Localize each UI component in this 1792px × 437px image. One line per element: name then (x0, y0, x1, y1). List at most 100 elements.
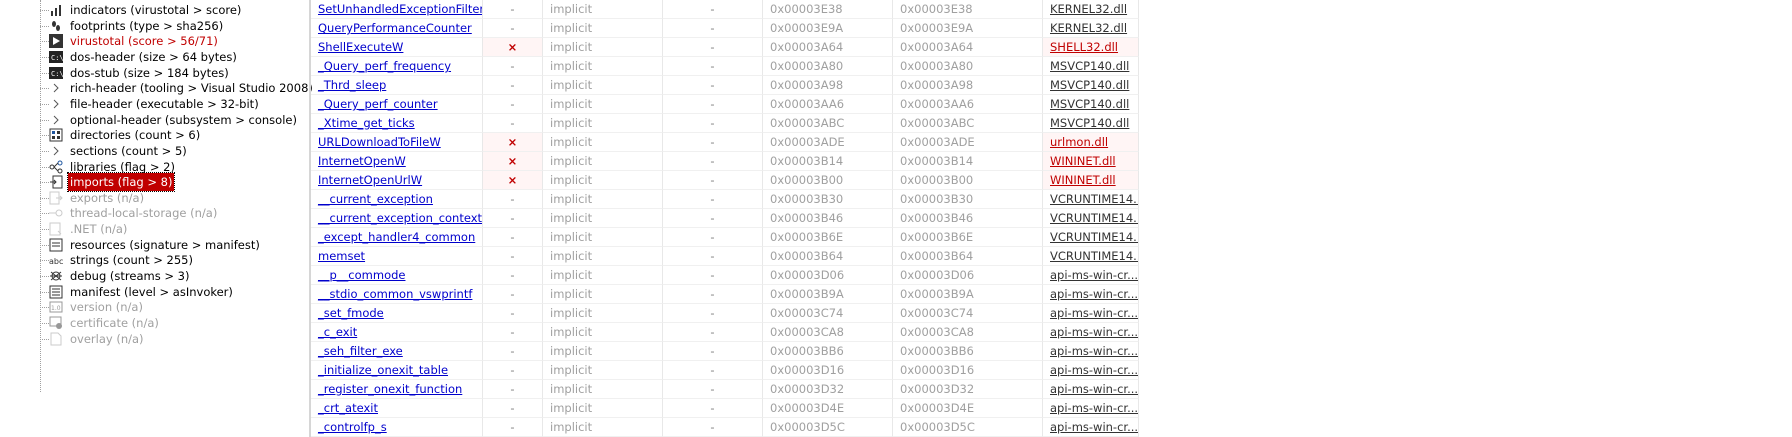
library-cell[interactable]: WININET.dll (1043, 152, 1139, 171)
table-row[interactable]: _c_exit - implicit - 0x00003CA8 0x00003CA8 api… (311, 323, 1139, 342)
library-cell-text[interactable]: KERNEL32.dll (1050, 21, 1127, 35)
library-cell-text[interactable]: urlmon.dll (1050, 135, 1108, 149)
library-cell-text[interactable]: api-ms-win-cr... (1050, 325, 1138, 339)
import-name-cell[interactable]: _crt_atexit (311, 399, 483, 418)
table-row[interactable]: _Xtime_get_ticks - implicit - 0x00003ABC 0x00… (311, 114, 1139, 133)
import-name-cell-text[interactable]: _Query_perf_counter (318, 97, 438, 111)
table-row[interactable]: _Query_perf_frequency - implicit - 0x00003A8… (311, 57, 1139, 76)
import-name-cell-text[interactable]: _seh_filter_exe (318, 344, 403, 358)
table-row[interactable]: memset - implicit - 0x00003B64 0x00003B64 VCRU… (311, 247, 1139, 266)
import-name-cell[interactable]: _Xtime_get_ticks (311, 114, 483, 133)
library-cell[interactable]: VCRUNTIME14... (1043, 209, 1139, 228)
library-cell[interactable]: KERNEL32.dll (1043, 19, 1139, 38)
import-name-cell[interactable]: _Query_perf_counter (311, 95, 483, 114)
table-row[interactable]: _seh_filter_exe - implicit - 0x00003BB6 0x000… (311, 342, 1139, 361)
table-row[interactable]: InternetOpenUrlW × implicit - 0x00003B00 0x00… (311, 171, 1139, 190)
library-cell-text[interactable]: VCRUNTIME14... (1050, 249, 1138, 263)
import-name-cell-text[interactable]: _Thrd_sleep (318, 78, 386, 92)
import-name-cell-text[interactable]: _Query_perf_frequency (318, 59, 451, 73)
library-cell[interactable]: MSVCP140.dll (1043, 57, 1139, 76)
library-cell-text[interactable]: WININET.dll (1050, 154, 1116, 168)
library-cell[interactable]: api-ms-win-cr... (1043, 285, 1139, 304)
library-cell-text[interactable]: VCRUNTIME14... (1050, 192, 1138, 206)
import-name-cell-text[interactable]: InternetOpenUrlW (318, 173, 422, 187)
import-name-cell-text[interactable]: _set_fmode (318, 306, 384, 320)
library-cell[interactable]: api-ms-win-cr... (1043, 304, 1139, 323)
import-name-cell-text[interactable]: QueryPerformanceCounter (318, 21, 472, 35)
table-row[interactable]: ShellExecuteW × implicit - 0x00003A64 0x00003… (311, 38, 1139, 57)
import-name-cell-text[interactable]: ShellExecuteW (318, 40, 403, 54)
library-cell[interactable]: WININET.dll (1043, 171, 1139, 190)
import-name-cell-text[interactable]: _controlfp_s (318, 420, 387, 434)
table-row[interactable]: __p__commode - implicit - 0x00003D06 0x00003D… (311, 266, 1139, 285)
table-row[interactable]: _register_onexit_function - implicit - 0x000… (311, 380, 1139, 399)
library-cell-text[interactable]: VCRUNTIME14... (1050, 230, 1138, 244)
import-name-cell-text[interactable]: memset (318, 249, 365, 263)
library-cell-text[interactable]: MSVCP140.dll (1050, 59, 1129, 73)
library-cell-text[interactable]: MSVCP140.dll (1050, 116, 1129, 130)
import-name-cell[interactable]: __stdio_common_vswprintf (311, 285, 483, 304)
import-name-cell[interactable]: SetUnhandledExceptionFilter (311, 0, 483, 19)
import-name-cell-text[interactable]: _c_exit (318, 325, 357, 339)
library-cell-text[interactable]: api-ms-win-cr... (1050, 268, 1138, 282)
library-cell[interactable]: api-ms-win-cr... (1043, 380, 1139, 399)
library-cell[interactable]: MSVCP140.dll (1043, 95, 1139, 114)
library-cell-text[interactable]: MSVCP140.dll (1050, 78, 1129, 92)
import-name-cell[interactable]: InternetOpenUrlW (311, 171, 483, 190)
table-row[interactable]: _controlfp_s - implicit - 0x00003D5C 0x00003D… (311, 418, 1139, 437)
library-cell-text[interactable]: api-ms-win-cr... (1050, 382, 1138, 396)
table-row[interactable]: QueryPerformanceCounter - implicit - 0x00003… (311, 19, 1139, 38)
table-row[interactable]: _except_handler4_common - implicit - 0x00003… (311, 228, 1139, 247)
import-name-cell-text[interactable]: __current_exception (318, 192, 433, 206)
table-row[interactable]: _Thrd_sleep - implicit - 0x00003A98 0x00003A9… (311, 76, 1139, 95)
import-name-cell[interactable]: _c_exit (311, 323, 483, 342)
library-cell[interactable]: api-ms-win-cr... (1043, 323, 1139, 342)
import-name-cell[interactable]: InternetOpenW (311, 152, 483, 171)
library-cell-text[interactable]: VCRUNTIME14... (1050, 211, 1138, 225)
library-cell-text[interactable]: api-ms-win-cr... (1050, 363, 1138, 377)
library-cell[interactable]: KERNEL32.dll (1043, 0, 1139, 19)
import-name-cell-text[interactable]: _crt_atexit (318, 401, 378, 415)
table-row[interactable]: __stdio_common_vswprintf - implicit - 0x0000… (311, 285, 1139, 304)
import-name-cell[interactable]: URLDownloadToFileW (311, 133, 483, 152)
table-row[interactable]: URLDownloadToFileW × implicit - 0x00003ADE 0x… (311, 133, 1139, 152)
library-cell-text[interactable]: api-ms-win-cr... (1050, 287, 1138, 301)
library-cell-text[interactable]: api-ms-win-cr... (1050, 306, 1138, 320)
import-name-cell[interactable]: _Query_perf_frequency (311, 57, 483, 76)
import-name-cell-text[interactable]: _register_onexit_function (318, 382, 462, 396)
library-cell-text[interactable]: api-ms-win-cr... (1050, 401, 1138, 415)
import-name-cell[interactable]: memset (311, 247, 483, 266)
import-name-cell[interactable]: ShellExecuteW (311, 38, 483, 57)
import-name-cell[interactable]: _except_handler4_common (311, 228, 483, 247)
table-row[interactable]: _Query_perf_counter - implicit - 0x00003AA6 0… (311, 95, 1139, 114)
import-name-cell[interactable]: _set_fmode (311, 304, 483, 323)
library-cell[interactable]: api-ms-win-cr... (1043, 418, 1139, 437)
library-cell[interactable]: VCRUNTIME14... (1043, 247, 1139, 266)
import-name-cell[interactable]: QueryPerformanceCounter (311, 19, 483, 38)
library-cell[interactable]: VCRUNTIME14... (1043, 190, 1139, 209)
library-cell[interactable]: MSVCP140.dll (1043, 114, 1139, 133)
library-cell-text[interactable]: SHELL32.dll (1050, 40, 1118, 54)
import-name-cell-text[interactable]: __stdio_common_vswprintf (318, 287, 472, 301)
table-row[interactable]: _initialize_onexit_table - implicit - 0x0000… (311, 361, 1139, 380)
library-cell[interactable]: api-ms-win-cr... (1043, 399, 1139, 418)
table-row[interactable]: __current_exception - implicit - 0x00003B30 0… (311, 190, 1139, 209)
import-name-cell[interactable]: _seh_filter_exe (311, 342, 483, 361)
table-row[interactable]: SetUnhandledExceptionFilter - implicit - 0x0… (311, 0, 1139, 19)
import-name-cell[interactable]: __current_exception_context (311, 209, 483, 228)
import-name-cell-text[interactable]: URLDownloadToFileW (318, 135, 441, 149)
library-cell-text[interactable]: WININET.dll (1050, 173, 1116, 187)
import-name-cell-text[interactable]: InternetOpenW (318, 154, 406, 168)
import-name-cell-text[interactable]: _Xtime_get_ticks (318, 116, 415, 130)
library-cell[interactable]: api-ms-win-cr... (1043, 361, 1139, 380)
library-cell-text[interactable]: MSVCP140.dll (1050, 97, 1129, 111)
library-cell-text[interactable]: api-ms-win-cr... (1050, 420, 1138, 434)
library-cell[interactable]: MSVCP140.dll (1043, 76, 1139, 95)
table-row[interactable]: _crt_atexit - implicit - 0x00003D4E 0x00003D4… (311, 399, 1139, 418)
import-name-cell-text[interactable]: _except_handler4_common (318, 230, 475, 244)
import-name-cell[interactable]: _Thrd_sleep (311, 76, 483, 95)
library-cell[interactable]: api-ms-win-cr... (1043, 342, 1139, 361)
library-cell-text[interactable]: api-ms-win-cr... (1050, 344, 1138, 358)
import-name-cell-text[interactable]: SetUnhandledExceptionFilter (318, 2, 482, 16)
library-cell[interactable]: urlmon.dll (1043, 133, 1139, 152)
